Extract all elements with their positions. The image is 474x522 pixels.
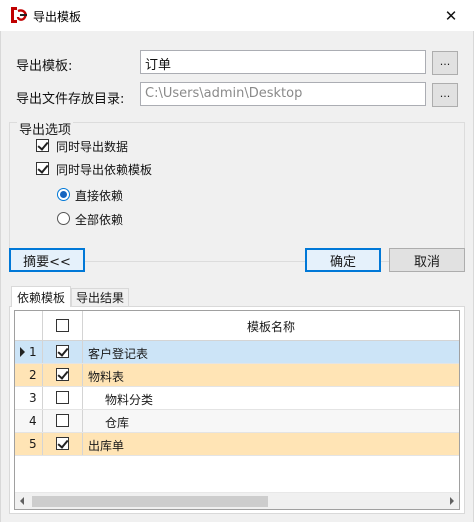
directory-browse-button[interactable]: ... bbox=[432, 83, 458, 107]
row-checkbox-cell bbox=[43, 387, 83, 409]
ok-button[interactable]: 确定 bbox=[305, 248, 381, 272]
tab-dependent-templates[interactable]: 依赖模板 bbox=[11, 286, 71, 307]
current-row-icon bbox=[20, 347, 25, 357]
title-bar: 导出模板 ✕ bbox=[0, 0, 474, 31]
table-row[interactable]: 4 仓库 bbox=[15, 410, 459, 433]
template-name-cell: 物料分类 bbox=[105, 393, 154, 407]
row-header-cell[interactable]: 5 bbox=[15, 433, 43, 455]
table-row[interactable]: 5 出库单 bbox=[15, 433, 459, 456]
row-header-cell[interactable]: 4 bbox=[15, 410, 43, 432]
select-all-checkbox[interactable] bbox=[56, 319, 69, 332]
app-logo-icon bbox=[8, 5, 28, 25]
directory-field[interactable]: C:\Users\admin\Desktop bbox=[140, 82, 426, 106]
template-label: 导出模板: bbox=[16, 59, 73, 74]
template-grid[interactable]: 模板名称 1 客户登记表 2 物料表 3 物料分类 4 仓库 5 出库单 bbox=[14, 310, 460, 510]
column-header-template-name[interactable]: 模板名称 bbox=[83, 311, 459, 341]
template-field[interactable]: 订单 bbox=[140, 50, 426, 74]
template-name-cell: 物料表 bbox=[88, 370, 125, 384]
all-dependency-radio[interactable] bbox=[57, 212, 70, 225]
row-header-cell[interactable]: 3 bbox=[15, 387, 43, 409]
all-dependency-label: 全部依赖 bbox=[75, 213, 124, 227]
grid-header: 模板名称 bbox=[15, 311, 459, 341]
table-row[interactable]: 1 客户登记表 bbox=[15, 341, 459, 364]
window-title: 导出模板 bbox=[33, 10, 82, 24]
scrollbar-thumb[interactable] bbox=[32, 496, 268, 507]
select-all-column bbox=[43, 311, 83, 341]
template-name-cell: 仓库 bbox=[105, 416, 130, 430]
table-row[interactable]: 3 物料分类 bbox=[15, 387, 459, 410]
horizontal-scrollbar[interactable] bbox=[15, 492, 459, 509]
close-button[interactable]: ✕ bbox=[428, 0, 474, 31]
row-checkbox-cell bbox=[43, 364, 83, 386]
row-checkbox[interactable] bbox=[56, 368, 69, 381]
directory-label: 导出文件存放目录: bbox=[16, 92, 125, 107]
row-checkbox-cell bbox=[43, 410, 83, 432]
row-header-column bbox=[15, 311, 43, 341]
export-data-label: 同时导出数据 bbox=[56, 140, 129, 154]
direct-dependency-radio[interactable] bbox=[57, 188, 70, 201]
table-row[interactable]: 2 物料表 bbox=[15, 364, 459, 387]
scroll-left-icon[interactable] bbox=[20, 497, 24, 505]
row-number: 1 bbox=[29, 345, 37, 359]
tab-export-results[interactable]: 导出结果 bbox=[71, 288, 129, 306]
cancel-button[interactable]: 取消 bbox=[389, 248, 465, 272]
row-checkbox-cell bbox=[43, 433, 83, 455]
row-number: 5 bbox=[29, 437, 37, 451]
template-browse-button[interactable]: ... bbox=[432, 51, 458, 75]
template-name-cell: 出库单 bbox=[88, 439, 125, 453]
row-header-cell[interactable]: 2 bbox=[15, 364, 43, 386]
row-checkbox[interactable] bbox=[56, 391, 69, 404]
row-number: 3 bbox=[29, 391, 37, 405]
row-header-cell[interactable]: 1 bbox=[15, 341, 43, 363]
row-number: 2 bbox=[29, 368, 37, 382]
export-data-checkbox[interactable] bbox=[36, 139, 49, 152]
direct-dependency-label: 直接依赖 bbox=[75, 189, 124, 203]
summary-button[interactable]: 摘要<< bbox=[9, 248, 85, 272]
export-options-title: 导出选项 bbox=[17, 119, 74, 138]
close-icon: ✕ bbox=[444, 6, 458, 25]
scroll-right-icon[interactable] bbox=[450, 497, 454, 505]
row-checkbox[interactable] bbox=[56, 414, 69, 427]
template-name-cell: 客户登记表 bbox=[88, 347, 149, 361]
export-dependent-label: 同时导出依赖模板 bbox=[56, 163, 153, 177]
row-checkbox-cell bbox=[43, 341, 83, 363]
row-checkbox[interactable] bbox=[56, 437, 69, 450]
export-dependent-checkbox[interactable] bbox=[36, 162, 49, 175]
row-number: 4 bbox=[29, 414, 37, 428]
row-checkbox[interactable] bbox=[56, 345, 69, 358]
tab-panel: 模板名称 1 客户登记表 2 物料表 3 物料分类 4 仓库 5 出库单 bbox=[9, 306, 465, 514]
